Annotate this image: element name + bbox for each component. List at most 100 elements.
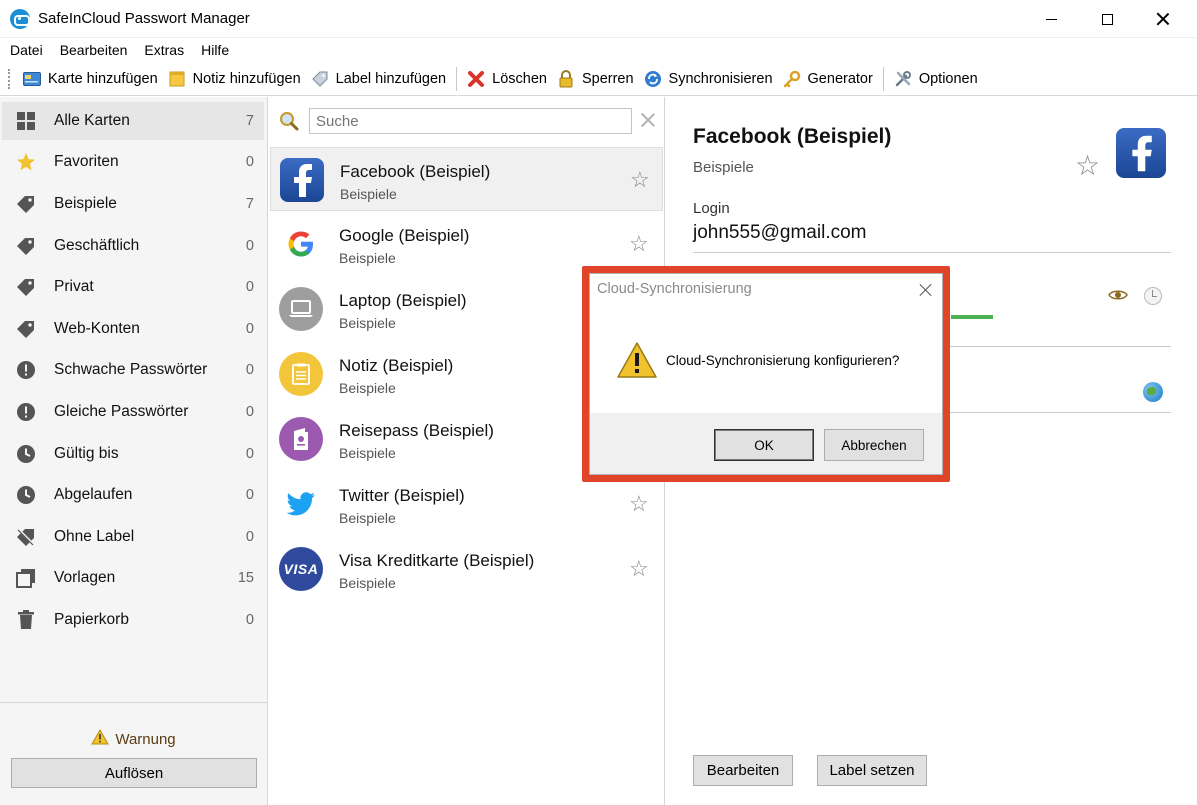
generator-button[interactable]: Generator bbox=[778, 65, 878, 93]
passport-icon bbox=[279, 417, 323, 461]
search-input[interactable] bbox=[309, 108, 632, 134]
star-icon bbox=[16, 152, 36, 172]
card-row-visa[interactable]: VISA Visa Kreditkarte (Beispiel) Beispie… bbox=[270, 537, 663, 601]
sidebar-item-schwache-passwoerter[interactable]: Schwache Passwörter 0 bbox=[2, 351, 264, 389]
sidebar-item-web-konten[interactable]: Web-Konten 0 bbox=[2, 310, 264, 348]
card-title: Notiz (Beispiel) bbox=[339, 356, 454, 375]
favorite-star-icon[interactable]: ☆ bbox=[629, 233, 649, 255]
card-label: Beispiele bbox=[339, 510, 396, 526]
lock-button[interactable]: Sperren bbox=[552, 65, 639, 93]
sidebar-item-gleiche-passwoerter[interactable]: Gleiche Passwörter 0 bbox=[2, 393, 264, 431]
sidebar-item-vorlagen[interactable]: Vorlagen 15 bbox=[2, 559, 264, 597]
card-icon bbox=[23, 70, 41, 88]
card-title: Facebook (Beispiel) bbox=[340, 162, 491, 181]
sidebar-item-geschaeftlich[interactable]: Geschäftlich 0 bbox=[2, 227, 264, 265]
delete-icon bbox=[467, 70, 485, 88]
login-field-label: Login bbox=[693, 200, 730, 217]
sync-label: Synchronisieren bbox=[668, 70, 773, 87]
cloud-sync-dialog: Cloud-Synchronisierung Cloud-Synchronisi… bbox=[589, 273, 943, 475]
options-button[interactable]: Optionen bbox=[889, 65, 983, 93]
add-label-button[interactable]: Label hinzufügen bbox=[306, 65, 451, 93]
card-row-facebook[interactable]: Facebook (Beispiel) Beispiele ☆ bbox=[270, 147, 663, 211]
favorite-star-icon[interactable]: ☆ bbox=[629, 493, 649, 515]
menu-datei[interactable]: Datei bbox=[10, 42, 43, 58]
tag-icon bbox=[16, 277, 36, 297]
sidebar-item-label: Favoriten bbox=[54, 153, 119, 170]
field-divider bbox=[693, 252, 1171, 253]
sidebar-item-alle-karten[interactable]: Alle Karten 7 bbox=[2, 102, 264, 140]
clear-search-icon[interactable] bbox=[640, 112, 656, 128]
clock-icon bbox=[16, 485, 36, 505]
window-title: SafeInCloud Passwort Manager bbox=[38, 10, 250, 27]
tag-icon bbox=[16, 194, 36, 214]
add-card-label: Karte hinzufügen bbox=[48, 70, 158, 87]
resolve-button[interactable]: Auflösen bbox=[11, 758, 257, 788]
favorite-star-icon[interactable]: ☆ bbox=[1075, 152, 1100, 180]
card-label: Beispiele bbox=[339, 315, 396, 331]
card-label: Beispiele bbox=[339, 250, 396, 266]
sidebar-item-papierkorb[interactable]: Papierkorb 0 bbox=[2, 601, 264, 639]
sidebar-item-count: 7 bbox=[245, 113, 254, 129]
note-icon bbox=[279, 352, 323, 396]
sidebar-item-count: 0 bbox=[245, 154, 254, 170]
edit-button[interactable]: Bearbeiten bbox=[693, 755, 793, 786]
cancel-button[interactable]: Abbrechen bbox=[824, 429, 924, 461]
menu-extras[interactable]: Extras bbox=[144, 42, 184, 58]
sidebar-item-count: 0 bbox=[245, 446, 254, 462]
tag-icon bbox=[16, 319, 36, 339]
sidebar-item-count: 0 bbox=[245, 487, 254, 503]
sidebar-item-ohne-label[interactable]: Ohne Label 0 bbox=[2, 518, 264, 556]
sidebar-item-abgelaufen[interactable]: Abgelaufen 0 bbox=[2, 476, 264, 514]
sidebar-item-gueltig-bis[interactable]: Gültig bis 0 bbox=[2, 435, 264, 473]
sidebar-item-favoriten[interactable]: Favoriten 0 bbox=[2, 143, 264, 181]
card-label: Beispiele bbox=[339, 445, 396, 461]
favorite-star-icon[interactable]: ☆ bbox=[629, 558, 649, 580]
dialog-close-icon[interactable] bbox=[919, 283, 933, 297]
set-label-button[interactable]: Label setzen bbox=[817, 755, 927, 786]
sidebar-item-beispiele[interactable]: Beispiele 7 bbox=[2, 185, 264, 223]
detail-label: Beispiele bbox=[693, 159, 754, 176]
sidebar-item-label: Abgelaufen bbox=[54, 486, 133, 503]
menu-bearbeiten[interactable]: Bearbeiten bbox=[60, 42, 128, 58]
minimize-button[interactable] bbox=[1028, 0, 1074, 38]
card-title: Twitter (Beispiel) bbox=[339, 486, 465, 505]
dialog-title: Cloud-Synchronisierung bbox=[597, 281, 752, 297]
sidebar-item-count: 0 bbox=[245, 279, 254, 295]
card-label: Beispiele bbox=[339, 380, 396, 396]
maximize-button[interactable] bbox=[1084, 0, 1130, 38]
delete-button[interactable]: Löschen bbox=[462, 65, 552, 93]
sync-button[interactable]: Synchronisieren bbox=[639, 65, 778, 93]
password-strength-bar bbox=[951, 315, 993, 319]
add-card-button[interactable]: Karte hinzufügen bbox=[18, 65, 163, 93]
facebook-icon bbox=[1116, 128, 1166, 178]
sidebar-item-count: 0 bbox=[245, 238, 254, 254]
password-history-icon[interactable] bbox=[1144, 287, 1162, 305]
laptop-icon bbox=[279, 287, 323, 331]
visa-icon: VISA bbox=[279, 547, 323, 591]
close-button[interactable] bbox=[1140, 0, 1186, 38]
login-field-value[interactable]: john555@gmail.com bbox=[693, 222, 867, 244]
show-password-eye-icon[interactable] bbox=[1108, 288, 1128, 307]
sidebar-item-label: Vorlagen bbox=[54, 569, 116, 586]
warning-label[interactable]: Warnung bbox=[115, 731, 175, 748]
tools-icon bbox=[894, 70, 912, 88]
grid-icon bbox=[16, 111, 36, 131]
options-label: Optionen bbox=[918, 70, 978, 87]
minimize-icon bbox=[1045, 18, 1057, 20]
dialog-footer: OK Abbrechen bbox=[590, 413, 942, 474]
sidebar-warning-panel: Warnung Auflösen bbox=[0, 702, 267, 805]
lock-label: Sperren bbox=[581, 70, 634, 87]
toolbar-grip[interactable] bbox=[8, 68, 10, 89]
sidebar-item-label: Schwache Passwörter bbox=[54, 361, 208, 378]
sidebar-item-label: Geschäftlich bbox=[54, 237, 140, 254]
open-website-globe-icon[interactable] bbox=[1143, 382, 1163, 402]
close-icon bbox=[1156, 12, 1170, 26]
sidebar: Alle Karten 7 Favoriten 0 Beispiele 7 Ge… bbox=[0, 97, 268, 805]
ok-button[interactable]: OK bbox=[714, 429, 814, 461]
sidebar-item-privat[interactable]: Privat 0 bbox=[2, 268, 264, 306]
sidebar-item-count: 0 bbox=[245, 362, 254, 378]
add-note-button[interactable]: Notiz hinzufügen bbox=[163, 65, 306, 93]
menu-hilfe[interactable]: Hilfe bbox=[201, 42, 229, 58]
sidebar-item-label: Beispiele bbox=[54, 195, 117, 212]
favorite-star-icon[interactable]: ☆ bbox=[630, 169, 650, 191]
